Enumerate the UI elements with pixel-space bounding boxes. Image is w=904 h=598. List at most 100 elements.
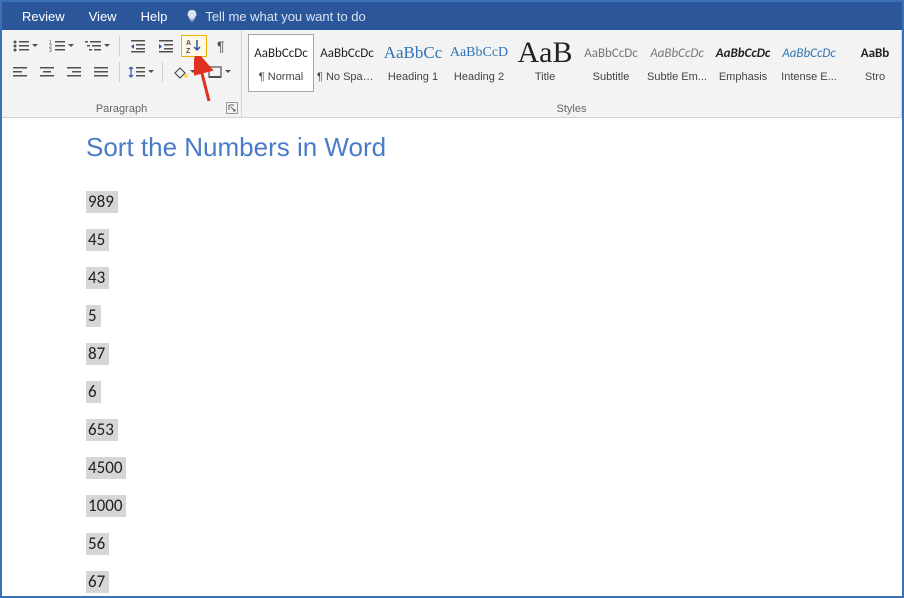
style-preview: AaBbCcDc: [579, 39, 643, 67]
chevron-down-icon: [190, 69, 196, 75]
style-name-label: ¶ No Spac...: [317, 71, 377, 83]
ribbon: 123 AZ ¶: [2, 30, 902, 118]
style-name-label: Subtitle: [593, 71, 630, 83]
justify-icon: [93, 65, 109, 79]
style-name-label: Subtle Em...: [647, 71, 707, 83]
justify-button[interactable]: [89, 61, 114, 83]
paragraph-dialog-launcher[interactable]: [226, 102, 238, 114]
styles-gallery[interactable]: AaBbCcDc¶ NormalAaBbCcDc¶ No Spac...AaBb…: [248, 34, 895, 98]
numbering-icon: 123: [48, 39, 66, 53]
align-center-button[interactable]: [35, 61, 60, 83]
bullets-button[interactable]: [8, 35, 42, 57]
selected-number[interactable]: 5: [86, 305, 101, 327]
borders-icon: [207, 65, 223, 79]
style-tile-p-h1[interactable]: AaBbCc Heading 1: [380, 34, 446, 92]
selected-number[interactable]: 4500: [86, 457, 126, 479]
styles-group-label: Styles: [242, 103, 901, 115]
style-tile-p-normal[interactable]: AaBbCcDc ¶ Normal: [248, 34, 314, 92]
chevron-down-icon: [225, 69, 231, 75]
style-name-label: Heading 2: [454, 71, 504, 83]
selected-number[interactable]: 43: [86, 267, 109, 289]
selected-number[interactable]: 45: [86, 229, 109, 251]
svg-text:¶: ¶: [217, 39, 225, 53]
style-name-label: Heading 1: [388, 71, 438, 83]
style-preview: AaBb: [843, 39, 902, 67]
document-area[interactable]: Sort the Numbers in Word 989 45 43 5 87 6 653 4…: [2, 118, 902, 596]
style-name-label: Stro: [865, 71, 885, 83]
selected-number[interactable]: 653: [86, 419, 118, 441]
svg-text:3: 3: [49, 48, 52, 53]
style-name-label: ¶ Normal: [259, 71, 303, 83]
align-left-icon: [12, 65, 28, 79]
paragraph-group-label: Paragraph: [2, 103, 241, 115]
chevron-down-icon: [32, 43, 38, 49]
style-preview: AaBbCcD: [447, 39, 511, 67]
selected-number[interactable]: 1000: [86, 495, 126, 517]
style-preview: AaBbCcDc: [645, 39, 709, 67]
document-heading[interactable]: Sort the Numbers in Word: [86, 132, 902, 163]
selected-number-list[interactable]: 989 45 43 5 87 6 653 4500 1000 56 67: [86, 191, 902, 596]
separator: [119, 36, 120, 56]
svg-text:A: A: [186, 40, 191, 47]
align-right-icon: [66, 65, 82, 79]
style-tile-p-emph[interactable]: AaBbCcDc Emphasis: [710, 34, 776, 92]
chevron-down-icon: [104, 43, 110, 49]
decrease-indent-button[interactable]: [125, 35, 151, 57]
ribbon-group-paragraph: 123 AZ ¶: [2, 30, 242, 117]
shading-button[interactable]: [168, 61, 201, 83]
selected-number[interactable]: 67: [86, 571, 109, 593]
sort-icon: AZ: [185, 38, 203, 54]
selected-number[interactable]: 56: [86, 533, 109, 555]
menu-view[interactable]: View: [77, 2, 129, 30]
style-name-label: Emphasis: [719, 71, 767, 83]
menu-bar: Review View Help Tell me what you want t…: [2, 2, 902, 30]
separator: [162, 62, 163, 82]
align-left-button[interactable]: [8, 61, 33, 83]
tell-me-search[interactable]: Tell me what you want to do: [185, 9, 365, 24]
style-preview: AaBbCcDc: [315, 39, 379, 67]
align-right-button[interactable]: [62, 61, 87, 83]
style-preview: AaB: [513, 39, 577, 67]
bullets-icon: [12, 39, 30, 53]
tell-me-label: Tell me what you want to do: [205, 9, 365, 24]
style-preview: AaBbCcDc: [777, 39, 841, 67]
menu-help[interactable]: Help: [129, 2, 180, 30]
selected-number[interactable]: 87: [86, 343, 109, 365]
style-tile-p-strong[interactable]: AaBb Stro: [842, 34, 902, 92]
align-center-icon: [39, 65, 55, 79]
multilevel-list-button[interactable]: [80, 35, 114, 57]
multilevel-list-icon: [84, 39, 102, 53]
style-name-label: Intense E...: [781, 71, 837, 83]
selected-number[interactable]: 6: [86, 381, 101, 403]
style-tile-p-h2[interactable]: AaBbCcD Heading 2: [446, 34, 512, 92]
style-tile-p-subtitle[interactable]: AaBbCcDc Subtitle: [578, 34, 644, 92]
dialog-launcher-icon: [228, 104, 236, 112]
menu-review[interactable]: Review: [10, 2, 77, 30]
increase-indent-button[interactable]: [153, 35, 179, 57]
style-tile-p-title[interactable]: AaB Title: [512, 34, 578, 92]
style-tile-p-nospace[interactable]: AaBbCcDc ¶ No Spac...: [314, 34, 380, 92]
decrease-indent-icon: [130, 39, 146, 53]
sort-button[interactable]: AZ: [181, 35, 207, 57]
ribbon-group-styles: AaBbCcDc¶ NormalAaBbCcDc¶ No Spac...AaBb…: [242, 30, 902, 117]
chevron-down-icon: [148, 69, 154, 75]
style-preview: AaBbCc: [381, 39, 445, 67]
separator: [119, 62, 120, 82]
svg-text:Z: Z: [186, 48, 191, 54]
style-name-label: Title: [535, 71, 555, 83]
chevron-down-icon: [68, 43, 74, 49]
paint-bucket-icon: [172, 65, 188, 79]
style-preview: AaBbCcDc: [711, 39, 775, 67]
borders-button[interactable]: [203, 61, 236, 83]
line-spacing-icon: [128, 65, 146, 79]
pilcrow-icon: ¶: [215, 39, 229, 53]
increase-indent-icon: [158, 39, 174, 53]
style-preview: AaBbCcDc: [249, 39, 313, 67]
numbering-button[interactable]: 123: [44, 35, 78, 57]
line-spacing-button[interactable]: [125, 61, 158, 83]
lightbulb-icon: [185, 9, 199, 23]
style-tile-p-intem[interactable]: AaBbCcDc Intense E...: [776, 34, 842, 92]
show-paragraph-marks-button[interactable]: ¶: [209, 35, 235, 57]
selected-number[interactable]: 989: [86, 191, 118, 213]
style-tile-p-subem[interactable]: AaBbCcDc Subtle Em...: [644, 34, 710, 92]
